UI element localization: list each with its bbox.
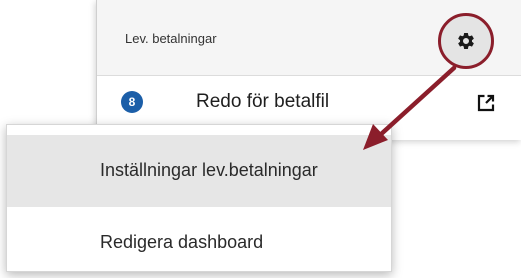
open-external-icon[interactable] xyxy=(476,93,496,113)
settings-button[interactable] xyxy=(438,13,494,69)
screen: Lev. betalningar 8 Redo för betalfil Ins… xyxy=(0,0,521,278)
payments-widget: Lev. betalningar 8 Redo för betalfil xyxy=(96,0,521,140)
menu-item-label: Inställningar lev.betalningar xyxy=(100,160,318,180)
row-label: Redo för betalfil xyxy=(196,91,330,112)
ready-for-payment-row[interactable]: 8 Redo för betalfil xyxy=(97,76,521,128)
widget-header: Lev. betalningar xyxy=(97,0,521,76)
gear-icon xyxy=(458,32,474,49)
count-badge: 8 xyxy=(121,91,143,113)
menu-item-payment-settings[interactable]: Inställningar lev.betalningar xyxy=(7,135,391,207)
menu-item-edit-dashboard[interactable]: Redigera dashboard xyxy=(7,207,391,278)
widget-title: Lev. betalningar xyxy=(125,31,217,46)
settings-dropdown-menu: Inställningar lev.betalningar Redigera d… xyxy=(6,124,392,272)
menu-item-label: Redigera dashboard xyxy=(100,232,264,252)
